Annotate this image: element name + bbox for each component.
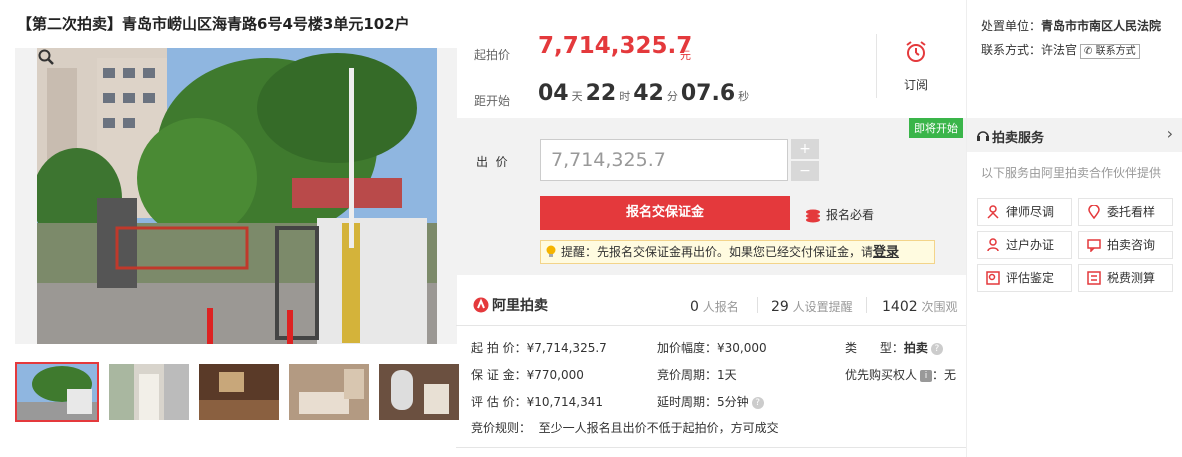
- services-title: 拍卖服务: [992, 131, 1045, 146]
- decrease-bid-button[interactable]: −: [791, 161, 819, 181]
- must-read-link[interactable]: 报名必看: [804, 206, 874, 223]
- service-transfer[interactable]: 过户办证: [977, 231, 1072, 259]
- lawyer-icon: [987, 205, 999, 219]
- thumbnail-5[interactable]: [379, 364, 459, 420]
- service-viewing[interactable]: 委托看样: [1078, 198, 1173, 226]
- person-icon: [987, 238, 999, 252]
- services-subtitle: 以下服务由阿里拍卖合作伙伴提供: [981, 166, 1162, 180]
- contact-info: 联系方式：许法官 ✆ 联系方式: [981, 41, 1140, 59]
- thumbnail-1[interactable]: [15, 362, 99, 422]
- main-property-image[interactable]: [15, 48, 457, 344]
- phone-icon: ✆: [1084, 46, 1093, 57]
- subscribe-button[interactable]: 订阅: [876, 40, 956, 93]
- disposal-unit: 处置单位：青岛市市南区人民法院: [981, 19, 1162, 33]
- countdown-timer: 04 天 22 时 42 分 07.6 秒: [538, 81, 750, 106]
- divider: [456, 447, 966, 448]
- right-sidebar: 处置单位：青岛市市南区人民法院 联系方式：许法官 ✆ 联系方式 拍卖服务 › 以下…: [966, 0, 1182, 457]
- detail-cycle: 竞价周期：1天: [657, 368, 737, 382]
- divider: [866, 297, 867, 313]
- start-price-value: 7,714,325.7: [538, 33, 693, 59]
- countdown-label: 距开始: [474, 94, 511, 108]
- bid-label: 出 价: [476, 155, 508, 169]
- login-link[interactable]: 登录: [873, 245, 899, 260]
- help-icon[interactable]: ?: [930, 342, 943, 355]
- register-deposit-button[interactable]: 报名交保证金: [540, 196, 790, 230]
- coins-icon: [806, 209, 820, 222]
- service-appraisal[interactable]: 评估鉴定: [977, 264, 1072, 292]
- thumbnail-2[interactable]: [109, 364, 189, 420]
- headset-icon: [977, 131, 989, 141]
- location-pin-icon: [1088, 205, 1100, 219]
- view-count: 1402 次围观: [882, 299, 958, 315]
- divider: [757, 297, 758, 313]
- bid-amount-input[interactable]: 7,714,325.7: [540, 139, 788, 181]
- chevron-right-icon[interactable]: ›: [1167, 124, 1173, 143]
- contact-button[interactable]: ✆ 联系方式: [1080, 44, 1140, 59]
- auction-services-header[interactable]: 拍卖服务 ›: [967, 118, 1182, 152]
- subscribe-label: 订阅: [903, 78, 928, 92]
- info-icon[interactable]: i: [920, 369, 933, 382]
- detail-type: 类 型：拍卖?: [845, 339, 943, 356]
- alarm-clock-icon: [906, 41, 926, 62]
- status-badge: 即将开始: [909, 118, 963, 138]
- detail-delay: 延时周期：5分钟?: [657, 393, 764, 410]
- ali-auction-logo-icon: [473, 297, 489, 313]
- brand-logo: 阿里拍卖: [473, 295, 548, 315]
- currency-unit: 元: [680, 49, 691, 62]
- lightbulb-icon: [546, 245, 556, 257]
- bid-panel: 即将开始 出 价 7,714,325.7 + − 报名交保证金 报名必看 提醒：…: [456, 118, 966, 275]
- service-consult[interactable]: 拍卖咨询: [1078, 231, 1173, 259]
- document-search-icon: [986, 271, 1000, 285]
- zoom-icon[interactable]: [37, 48, 55, 66]
- start-price-label: 起拍价: [474, 48, 511, 62]
- chat-icon: [1087, 239, 1101, 252]
- detail-deposit: 保 证 金：¥770,000: [471, 368, 584, 382]
- divider: [456, 325, 966, 326]
- detail-rules: 竞价规则： 至少一人报名且出价不低于起拍价，方可成交: [471, 421, 779, 435]
- service-tax[interactable]: 税费测算: [1078, 264, 1173, 292]
- detail-increment: 加价幅度：¥30,000: [657, 341, 767, 355]
- page-title: 【第二次拍卖】青岛市崂山区海青路6号4号楼3单元102户: [17, 15, 410, 33]
- thumbnail-4[interactable]: [289, 364, 369, 420]
- reminder-tip: 提醒：先报名交保证金再出价。如果您已经交付保证金，请登录: [540, 240, 935, 264]
- reminder-count: 29 人设置提醒: [771, 299, 853, 315]
- service-lawyer[interactable]: 律师尽调: [977, 198, 1072, 226]
- detail-appraisal: 评 估 价：¥10,714,341: [471, 395, 603, 409]
- detail-start-price: 起 拍 价：¥7,714,325.7: [471, 341, 607, 355]
- registered-count: 0 人报名: [690, 299, 739, 315]
- calculator-icon: [1087, 271, 1101, 285]
- detail-priority: 优先购买权人 i ：无: [845, 368, 957, 382]
- help-icon[interactable]: ?: [751, 396, 764, 409]
- increase-bid-button[interactable]: +: [791, 139, 819, 159]
- thumbnail-3[interactable]: [199, 364, 279, 420]
